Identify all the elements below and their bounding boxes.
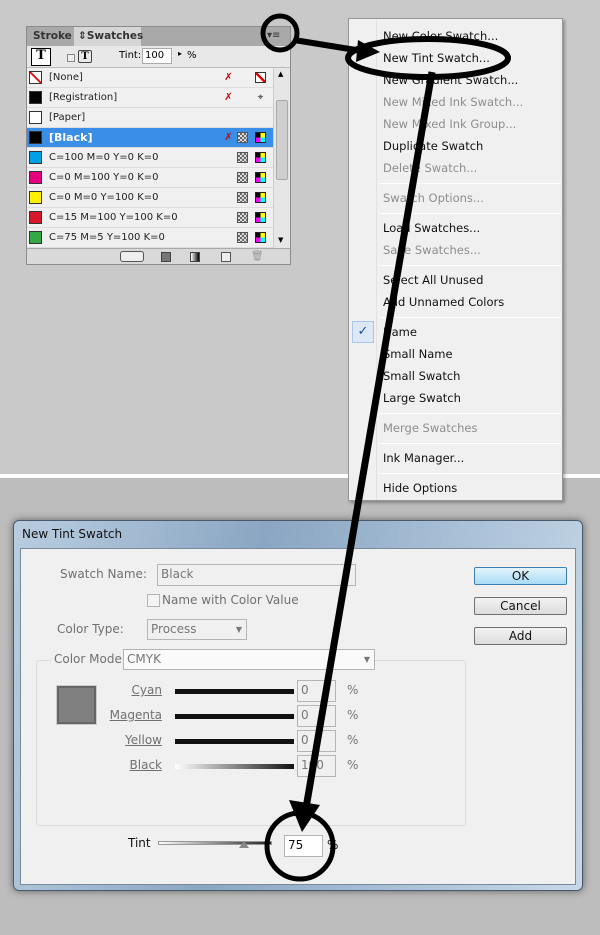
annotation-overlay — [260, 13, 511, 882]
annotation-ellipse-new-tint — [345, 36, 511, 80]
annotation-circle-menu-icon — [260, 13, 300, 53]
annotation-arrow-to-tint — [302, 71, 436, 809]
